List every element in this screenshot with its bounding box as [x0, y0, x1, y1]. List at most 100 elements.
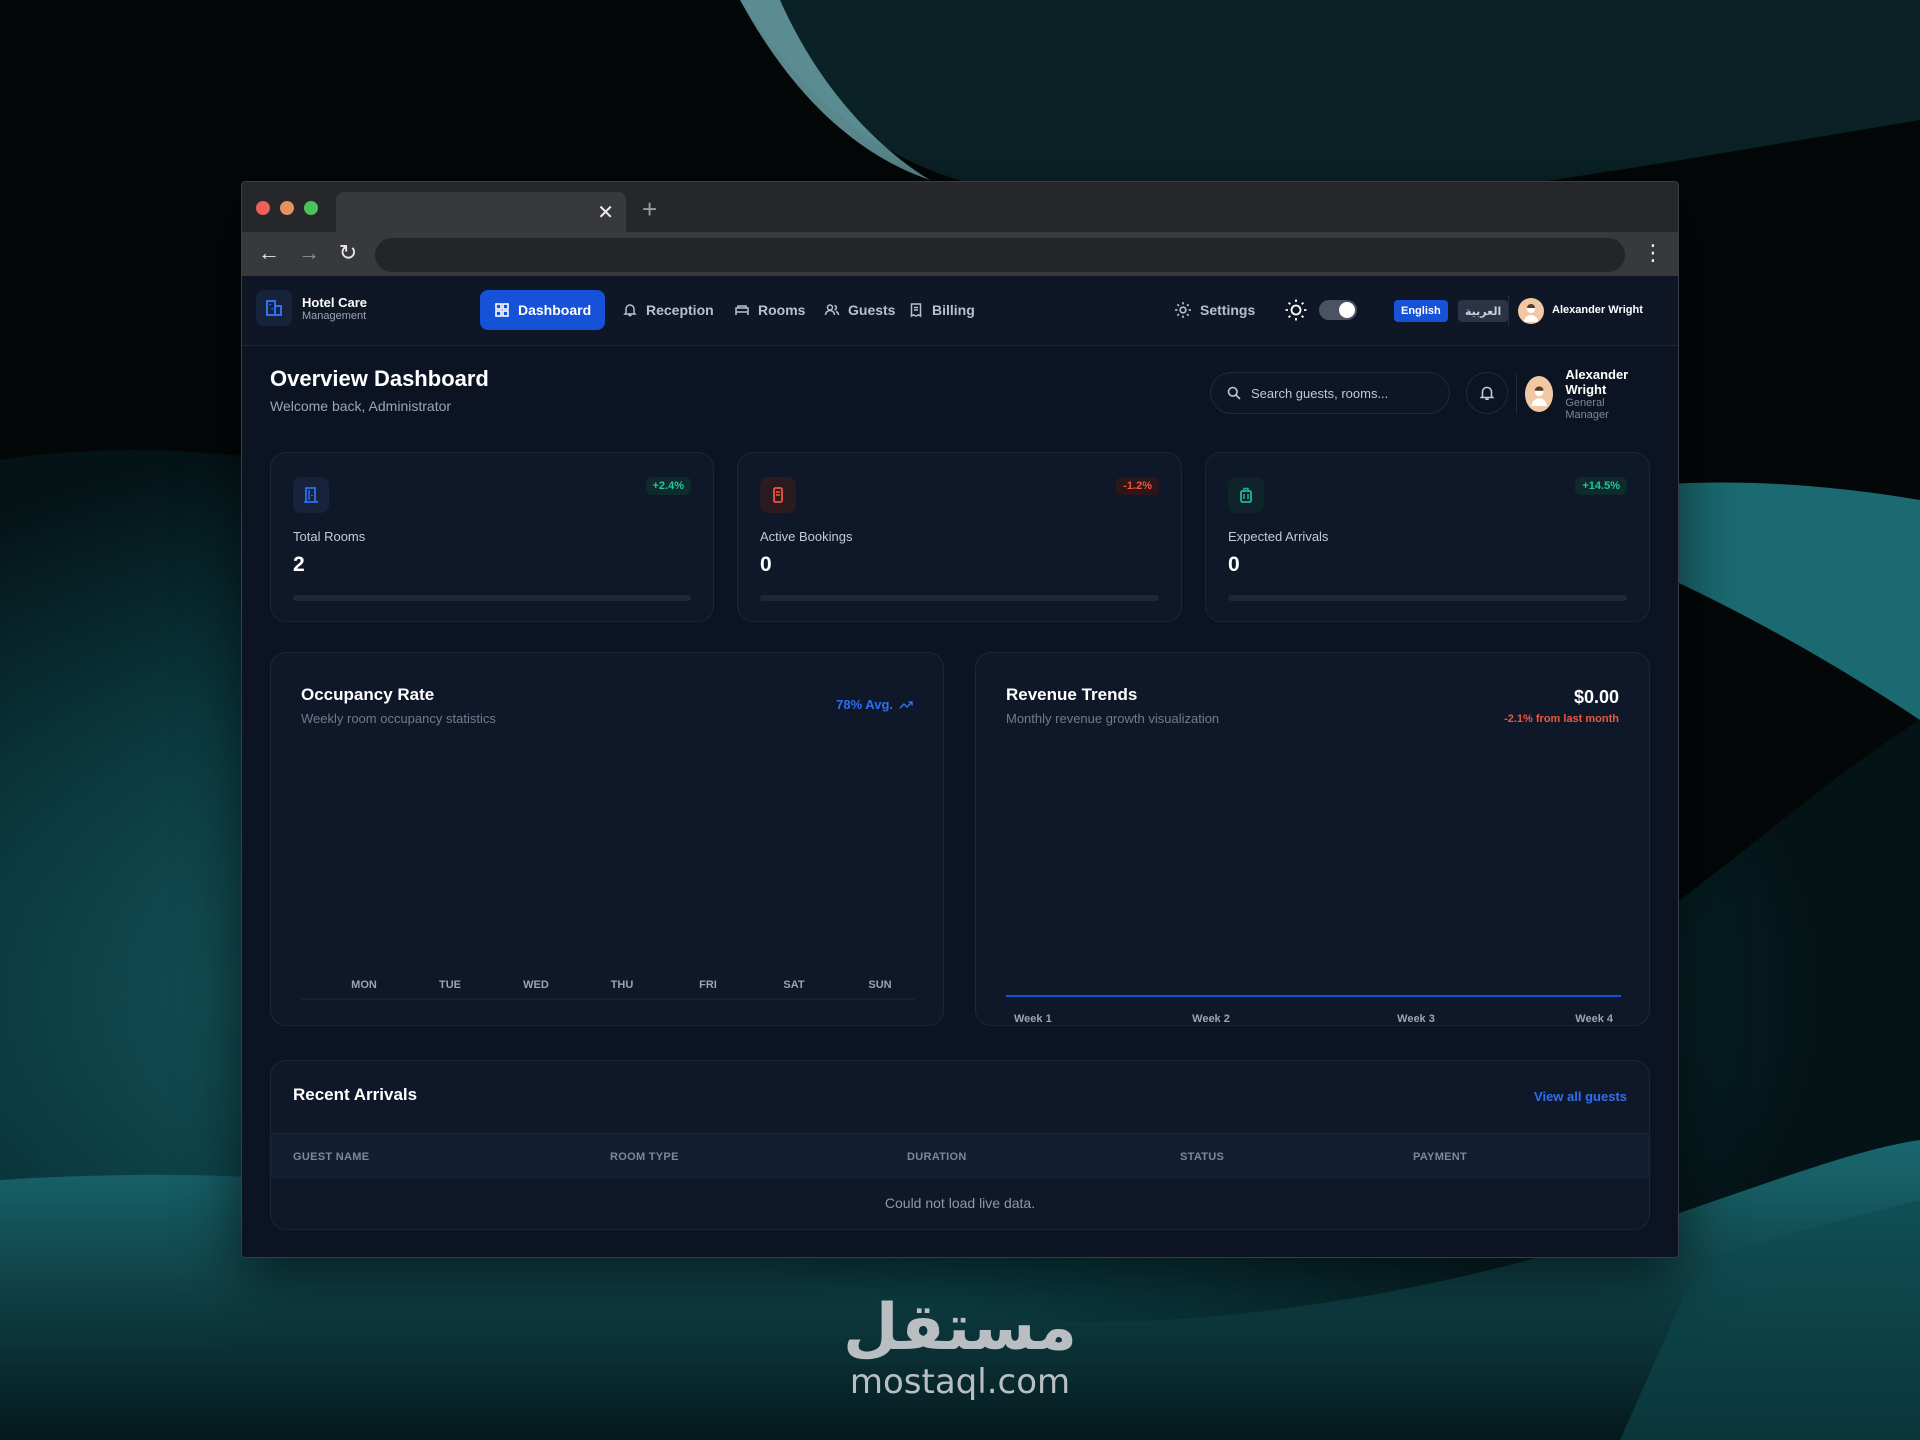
stat-label: Expected Arrivals: [1228, 529, 1329, 544]
search-box[interactable]: [1210, 372, 1450, 414]
nav-guests-label: Guests: [848, 302, 896, 318]
search-input[interactable]: [1251, 385, 1431, 401]
stat-card-total-rooms: +2.4% Total Rooms 2: [270, 452, 714, 622]
door-icon: [293, 477, 329, 513]
brand-title: Hotel Care: [302, 294, 368, 310]
back-icon[interactable]: ←: [256, 242, 282, 264]
bell-icon: [1479, 386, 1495, 400]
tick-label: MON: [351, 979, 377, 991]
hotel-app: Hotel Care Management Dashboard Receptio…: [242, 276, 1678, 1257]
page-subtitle: Welcome back, Administrator: [270, 398, 452, 414]
theme-toggle[interactable]: [1319, 300, 1357, 320]
forward-icon[interactable]: →: [296, 242, 322, 264]
minimize-window-button[interactable]: [280, 201, 294, 215]
phone-booking-icon: [760, 477, 796, 513]
tick-label: Week 1: [1014, 1013, 1052, 1025]
recent-arrivals-title: Recent Arrivals: [293, 1085, 418, 1104]
brand-subtitle: Management: [302, 309, 367, 322]
watermark-latin: mostaql.com: [849, 1362, 1071, 1402]
receipt-icon: [910, 303, 922, 318]
nav-rooms[interactable]: Rooms: [720, 290, 819, 330]
nav-reception[interactable]: Reception: [608, 290, 728, 330]
stat-card-active-bookings: -1.2% Active Bookings 0: [737, 452, 1182, 622]
occupancy-bar-chart: MON TUE WED THU FRI SAT SUN: [301, 979, 915, 1000]
recent-arrivals-card: Recent Arrivals View all guests GUEST NA…: [270, 1060, 1650, 1230]
table-header: GUEST NAME ROOM TYPE DURATION STATUS PAY…: [271, 1133, 1649, 1179]
nav-rooms-label: Rooms: [758, 302, 806, 318]
user-role: General Manager: [1565, 397, 1609, 421]
stat-badge: +14.5%: [1575, 477, 1627, 495]
nav-user-name[interactable]: Alexander Wright: [1552, 304, 1643, 316]
maximize-window-button[interactable]: [304, 201, 318, 215]
column-duration[interactable]: DURATION: [907, 1151, 967, 1163]
tick-label: SUN: [868, 979, 891, 991]
browser-window: ✕ + ← → ↻ ⋮ Hotel Care Management Dashbo…: [241, 181, 1679, 1258]
tick-label: SAT: [783, 979, 804, 991]
column-status[interactable]: STATUS: [1180, 1151, 1224, 1163]
language-arabic-button[interactable]: العربية: [1458, 300, 1509, 322]
occupancy-chart-card: Occupancy Rate Weekly room occupancy sta…: [270, 652, 944, 1026]
table-empty-message: Could not load live data.: [884, 1195, 1036, 1211]
browser-tabbar: ✕ +: [242, 182, 1678, 232]
new-tab-icon[interactable]: +: [642, 194, 657, 225]
tick-label: THU: [611, 979, 634, 991]
nav-settings[interactable]: Settings: [1160, 290, 1269, 330]
avatar: [1525, 376, 1554, 412]
reload-icon[interactable]: ↻: [335, 242, 361, 264]
nav-dashboard[interactable]: Dashboard: [480, 290, 606, 330]
stat-card-expected-arrivals: +14.5% Expected Arrivals 0: [1205, 452, 1650, 622]
grid-icon: [495, 303, 509, 317]
top-navigation: Hotel Care Management Dashboard Receptio…: [242, 276, 1678, 346]
stat-label: Total Rooms: [293, 529, 366, 544]
mostaql-watermark: مستقل mostaql.com: [0, 1296, 1920, 1402]
revenue-chart-card: Revenue Trends Monthly revenue growth vi…: [975, 652, 1650, 1026]
stat-badge: +2.4%: [645, 477, 691, 495]
users-icon: [824, 304, 840, 316]
stat-value: 2: [293, 553, 305, 576]
column-payment[interactable]: PAYMENT: [1413, 1151, 1467, 1163]
tick-label: TUE: [439, 979, 461, 991]
nav-reception-label: Reception: [646, 302, 714, 318]
tick-label: WED: [523, 979, 549, 991]
nav-avatar[interactable]: [1518, 298, 1544, 324]
stat-label: Active Bookings: [760, 529, 853, 544]
search-icon: [1227, 386, 1241, 400]
stat-value: 0: [760, 553, 772, 576]
notifications-button[interactable]: [1466, 372, 1508, 414]
stat-progress-bar: [760, 595, 1159, 601]
tick-label: Week 2: [1192, 1013, 1230, 1025]
view-all-guests-link[interactable]: View all guests: [1534, 1089, 1627, 1104]
brand[interactable]: Hotel Care Management: [256, 290, 367, 326]
column-guest-name[interactable]: GUEST NAME: [293, 1151, 369, 1163]
tick-label: FRI: [699, 979, 717, 991]
gear-icon: [1175, 302, 1191, 318]
sun-icon[interactable]: [1284, 298, 1308, 327]
browser-toolbar: ← → ↻ ⋮: [242, 232, 1678, 276]
browser-menu-icon[interactable]: ⋮: [1642, 240, 1664, 266]
language-english-button[interactable]: English: [1394, 300, 1448, 322]
luggage-icon: [1228, 477, 1264, 513]
close-window-button[interactable]: [256, 201, 270, 215]
browser-tab[interactable]: ✕: [336, 192, 626, 232]
nav-dashboard-label: Dashboard: [518, 302, 592, 318]
stat-progress-bar: [1228, 595, 1627, 601]
column-room-type[interactable]: ROOM TYPE: [610, 1151, 679, 1163]
revenue-line-chart: Week 1 Week 2 Week 3 Week 4: [1006, 995, 1621, 1025]
tick-label: Week 4: [1575, 1013, 1614, 1025]
close-tab-icon[interactable]: ✕: [597, 200, 614, 225]
nav-settings-label: Settings: [1200, 302, 1256, 318]
stat-value: 0: [1228, 553, 1240, 576]
tick-label: Week 3: [1397, 1013, 1435, 1025]
watermark-arabic: مستقل: [842, 1291, 1078, 1365]
user-profile[interactable]: Alexander Wright General Manager: [1516, 367, 1650, 421]
bell-icon: [623, 304, 637, 317]
nav-billing[interactable]: Billing: [894, 290, 989, 330]
building-icon: [256, 290, 292, 326]
window-controls: [256, 201, 318, 215]
page-title: Overview Dashboard: [270, 366, 489, 391]
nav-billing-label: Billing: [932, 302, 975, 318]
stat-badge: -1.2%: [1116, 477, 1159, 495]
stat-progress-bar: [293, 595, 691, 601]
user-name: Alexander Wright: [1565, 367, 1629, 397]
address-bar[interactable]: [375, 238, 1625, 272]
